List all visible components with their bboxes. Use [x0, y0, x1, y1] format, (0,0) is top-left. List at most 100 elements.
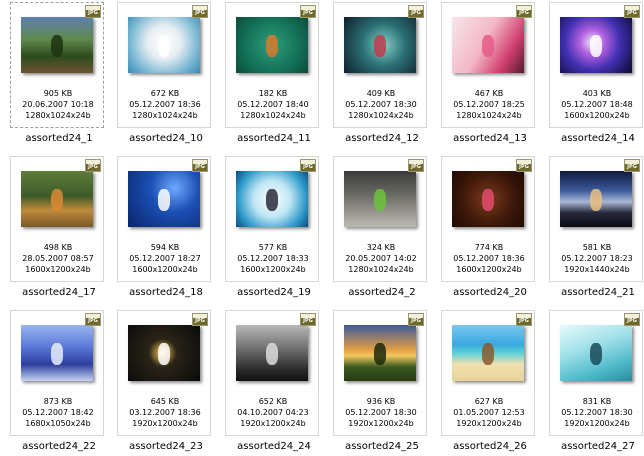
- file-tile[interactable]: JPG 403 KB 05.12.2007 18:48 1600x1200x24…: [545, 2, 644, 148]
- file-type-badge: JPG: [409, 318, 423, 325]
- thumbnail-frame[interactable]: JPG 627 KB 01.05.2007 12:53 1920x1200x24…: [441, 310, 535, 436]
- image-thumbnail[interactable]: [236, 171, 308, 227]
- file-info: 873 KB 05.12.2007 18:42 1680x1050x24b: [11, 396, 105, 429]
- file-date: 05.12.2007 18:36: [453, 254, 525, 263]
- thumbnail-subject: [51, 343, 63, 365]
- file-type-badge: JPG: [625, 10, 639, 17]
- thumbnail-subject: [374, 343, 386, 365]
- image-dimensions: 1680x1050x24b: [25, 419, 91, 428]
- jpg-file-type-icon: JPG: [408, 313, 424, 326]
- jpg-file-type-icon: JPG: [516, 313, 532, 326]
- file-tile[interactable]: JPG 324 KB 20.05.2007 14:02 1280x1024x24…: [329, 156, 437, 302]
- jpg-file-type-icon: JPG: [624, 313, 640, 326]
- file-type-badge: JPG: [301, 10, 315, 17]
- file-name-label[interactable]: assorted24_1: [6, 133, 112, 144]
- image-dimensions: 1600x1200x24b: [132, 265, 198, 274]
- image-thumbnail[interactable]: [560, 325, 632, 381]
- image-thumbnail[interactable]: [128, 17, 200, 73]
- file-tile[interactable]: JPG 672 KB 05.12.2007 18:36 1280x1024x24…: [113, 2, 221, 148]
- file-tile[interactable]: JPG 873 KB 05.12.2007 18:42 1680x1050x24…: [6, 310, 114, 456]
- file-size: 645 KB: [150, 397, 180, 406]
- thumbnail-frame[interactable]: JPG 182 KB 05.12.2007 18:40 1280x1024x24…: [225, 2, 319, 128]
- thumbnail-frame[interactable]: JPG 672 KB 05.12.2007 18:36 1280x1024x24…: [117, 2, 211, 128]
- file-date: 01.05.2007 12:53: [453, 408, 525, 417]
- file-name-label[interactable]: assorted24_18: [113, 287, 219, 298]
- file-name-label[interactable]: assorted24_17: [6, 287, 112, 298]
- thumbnail-frame[interactable]: JPG 594 KB 05.12.2007 18:27 1600x1200x24…: [117, 156, 211, 282]
- thumbnail-frame[interactable]: JPG 467 KB 05.12.2007 18:25 1280x1024x24…: [441, 2, 535, 128]
- thumbnail-frame[interactable]: JPG 324 KB 20.05.2007 14:02 1280x1024x24…: [333, 156, 427, 282]
- file-name-label[interactable]: assorted24_10: [113, 133, 219, 144]
- image-thumbnail[interactable]: [128, 171, 200, 227]
- file-tile[interactable]: JPG 594 KB 05.12.2007 18:27 1600x1200x24…: [113, 156, 221, 302]
- file-name-label[interactable]: assorted24_13: [437, 133, 543, 144]
- file-info: 581 KB 05.12.2007 18:23 1920x1440x24b: [550, 242, 644, 275]
- file-size: 403 KB: [582, 89, 612, 98]
- file-tile[interactable]: JPG 936 KB 05.12.2007 18:30 1920x1200x24…: [329, 310, 437, 456]
- thumbnail-frame[interactable]: JPG 581 KB 05.12.2007 18:23 1920x1440x24…: [549, 156, 643, 282]
- file-tile[interactable]: JPG 182 KB 05.12.2007 18:40 1280x1024x24…: [221, 2, 329, 148]
- file-tile[interactable]: JPG 627 KB 01.05.2007 12:53 1920x1200x24…: [437, 310, 545, 456]
- thumbnail-subject: [590, 35, 602, 57]
- file-tile[interactable]: JPG 652 KB 04.10.2007 04:23 1920x1200x24…: [221, 310, 329, 456]
- image-thumbnail[interactable]: [128, 325, 200, 381]
- image-thumbnail[interactable]: [344, 171, 416, 227]
- image-dimensions: 1920x1200x24b: [564, 419, 630, 428]
- image-thumbnail[interactable]: [344, 325, 416, 381]
- file-type-badge: JPG: [517, 164, 531, 171]
- file-name-label[interactable]: assorted24_14: [545, 133, 644, 144]
- file-name-label[interactable]: assorted24_12: [329, 133, 435, 144]
- image-thumbnail[interactable]: [452, 171, 524, 227]
- image-thumbnail[interactable]: [452, 325, 524, 381]
- file-tile[interactable]: JPG 831 KB 05.12.2007 18:30 1920x1200x24…: [545, 310, 644, 456]
- file-info: 936 KB 05.12.2007 18:30 1920x1200x24b: [334, 396, 428, 429]
- file-name-label[interactable]: assorted24_2: [329, 287, 435, 298]
- image-thumbnail[interactable]: [21, 325, 93, 381]
- file-name-label[interactable]: assorted24_21: [545, 287, 644, 298]
- thumbnail-frame[interactable]: JPG 873 KB 05.12.2007 18:42 1680x1050x24…: [10, 310, 104, 436]
- thumbnail-subject: [266, 35, 278, 57]
- thumbnail-frame[interactable]: JPG 409 KB 05.12.2007 18:30 1280x1024x24…: [333, 2, 427, 128]
- jpg-file-type-icon: JPG: [192, 159, 208, 172]
- file-tile[interactable]: JPG 774 KB 05.12.2007 18:36 1600x1200x24…: [437, 156, 545, 302]
- file-tile[interactable]: JPG 645 KB 03.12.2007 18:36 1920x1200x24…: [113, 310, 221, 456]
- file-date: 03.12.2007 18:36: [129, 408, 201, 417]
- image-thumbnail[interactable]: [236, 17, 308, 73]
- jpg-file-type-icon: JPG: [300, 159, 316, 172]
- image-thumbnail[interactable]: [560, 17, 632, 73]
- file-thumbnail-grid: JPG 905 KB 20.06.2007 10:18 1280x1024x24…: [0, 0, 644, 452]
- image-thumbnail[interactable]: [21, 17, 93, 73]
- thumbnail-frame[interactable]: JPG 652 KB 04.10.2007 04:23 1920x1200x24…: [225, 310, 319, 436]
- image-thumbnail[interactable]: [452, 17, 524, 73]
- file-name-label[interactable]: assorted24_19: [221, 287, 327, 298]
- file-name-label[interactable]: assorted24_20: [437, 287, 543, 298]
- thumbnail-frame[interactable]: JPG 577 KB 05.12.2007 18:33 1600x1200x24…: [225, 156, 319, 282]
- file-tile[interactable]: JPG 577 KB 05.12.2007 18:33 1600x1200x24…: [221, 156, 329, 302]
- file-size: 652 KB: [258, 397, 288, 406]
- file-size: 905 KB: [43, 89, 73, 98]
- thumbnail-frame[interactable]: JPG 936 KB 05.12.2007 18:30 1920x1200x24…: [333, 310, 427, 436]
- file-name-label[interactable]: assorted24_11: [221, 133, 327, 144]
- file-date: 05.12.2007 18:27: [129, 254, 201, 263]
- file-size: 577 KB: [258, 243, 288, 252]
- image-thumbnail[interactable]: [560, 171, 632, 227]
- image-thumbnail[interactable]: [236, 325, 308, 381]
- thumbnail-frame[interactable]: JPG 774 KB 05.12.2007 18:36 1600x1200x24…: [441, 156, 535, 282]
- file-tile[interactable]: JPG 905 KB 20.06.2007 10:18 1280x1024x24…: [6, 2, 114, 148]
- thumbnail-frame[interactable]: JPG 831 KB 05.12.2007 18:30 1920x1200x24…: [549, 310, 643, 436]
- thumbnail-frame[interactable]: JPG 905 KB 20.06.2007 10:18 1280x1024x24…: [10, 2, 104, 128]
- file-date: 05.12.2007 18:23: [561, 254, 633, 263]
- jpg-file-type-icon: JPG: [300, 313, 316, 326]
- jpg-file-type-icon: JPG: [192, 313, 208, 326]
- thumbnail-frame[interactable]: JPG 645 KB 03.12.2007 18:36 1920x1200x24…: [117, 310, 211, 436]
- file-tile[interactable]: JPG 467 KB 05.12.2007 18:25 1280x1024x24…: [437, 2, 545, 148]
- file-tile[interactable]: JPG 498 KB 28.05.2007 08:57 1600x1200x24…: [6, 156, 114, 302]
- image-thumbnail[interactable]: [21, 171, 93, 227]
- thumbnail-frame[interactable]: JPG 403 KB 05.12.2007 18:48 1600x1200x24…: [549, 2, 643, 128]
- image-dimensions: 1600x1200x24b: [564, 111, 630, 120]
- image-thumbnail[interactable]: [344, 17, 416, 73]
- thumbnail-frame[interactable]: JPG 498 KB 28.05.2007 08:57 1600x1200x24…: [10, 156, 104, 282]
- file-tile[interactable]: JPG 409 KB 05.12.2007 18:30 1280x1024x24…: [329, 2, 437, 148]
- file-tile[interactable]: JPG 581 KB 05.12.2007 18:23 1920x1440x24…: [545, 156, 644, 302]
- file-type-badge: JPG: [193, 318, 207, 325]
